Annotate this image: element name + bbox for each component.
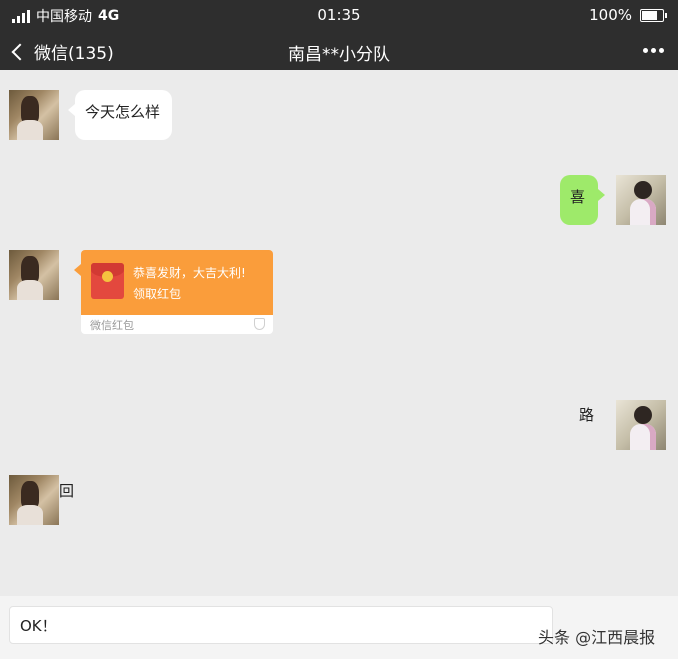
message-text[interactable]: 回 xyxy=(59,480,74,501)
red-packet-title: 恭喜发财，大吉大利! xyxy=(133,266,246,280)
my-avatar[interactable] xyxy=(616,400,666,450)
message-text: 喜 xyxy=(570,188,586,206)
message-input-value: OK！ xyxy=(20,617,57,635)
dot-icon xyxy=(643,48,648,53)
watermark: 头条 @江西晨报 xyxy=(538,628,656,647)
battery-icon xyxy=(640,8,667,22)
sender-avatar[interactable] xyxy=(9,475,59,525)
message-text[interactable]: 路 xyxy=(579,404,594,425)
dot-icon xyxy=(659,48,664,53)
red-packet-top: 恭喜发财，大吉大利! 领取红包 xyxy=(81,250,273,315)
shield-icon xyxy=(254,318,265,330)
my-avatar[interactable] xyxy=(616,175,666,225)
more-button[interactable] xyxy=(643,48,664,53)
sender-avatar[interactable] xyxy=(9,90,59,140)
message-input[interactable]: OK！ xyxy=(9,606,553,644)
red-packet-footer: 微信红包 xyxy=(81,315,273,334)
sender-avatar[interactable] xyxy=(9,250,59,300)
dot-icon xyxy=(651,48,656,53)
clock: 01:35 xyxy=(317,6,361,24)
nav-bar: 微信(135) 南昌**小分队 xyxy=(0,30,678,70)
message-bubble[interactable]: 喜 xyxy=(560,175,605,225)
status-bar: 中国移动 4G 01:35 100% xyxy=(0,0,678,30)
message-text: 今天怎么样 xyxy=(85,103,161,121)
battery-percent: 100% xyxy=(589,6,632,24)
red-packet-subtitle: 领取红包 xyxy=(133,287,182,301)
chat-title: 南昌**小分队 xyxy=(288,45,390,65)
red-packet-card[interactable]: 恭喜发财，大吉大利! 领取红包 微信红包 xyxy=(74,250,273,334)
status-right: 100% xyxy=(589,6,667,24)
red-packet-label: 微信红包 xyxy=(90,319,134,332)
red-envelope-icon xyxy=(91,263,124,299)
message-bubble[interactable]: 今天怎么样 xyxy=(68,90,172,140)
